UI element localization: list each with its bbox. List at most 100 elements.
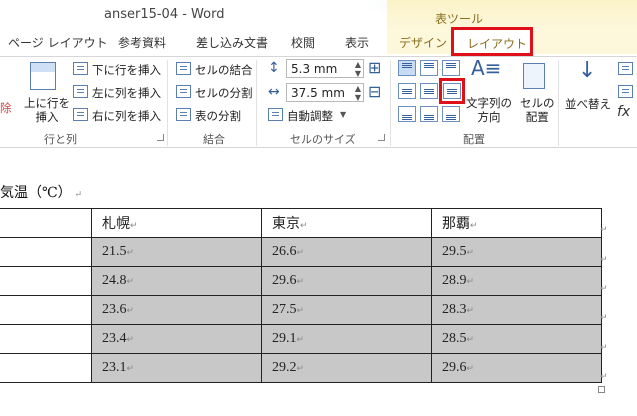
table-cell[interactable]: 29.2↵ — [261, 353, 432, 383]
tab-view[interactable]: 表示 — [345, 34, 369, 51]
cell-value: 28.3 — [442, 302, 467, 317]
tab-references[interactable]: 参考資料 — [118, 34, 166, 51]
insert-below-button[interactable]: 下に行を挿入 — [92, 62, 161, 78]
cell-height-value: 5.3 mm — [291, 62, 338, 76]
insert-right-button[interactable]: 右に列を挿入 — [92, 108, 161, 124]
table-cell[interactable]: 29.1↵ — [261, 324, 432, 354]
distribute-rows-icon[interactable]: ⊞ — [368, 58, 381, 77]
tab-layout[interactable]: レイアウト — [451, 27, 533, 56]
tab-page-layout[interactable]: ページ レイアウト — [8, 34, 108, 51]
table-cell[interactable] — [0, 266, 92, 296]
table-cell[interactable]: 29.6↵ — [261, 266, 432, 296]
temperature-table[interactable]: 札幌↵ 東京↵ 那覇↵ 21.5↵ 26.6↵ 29.5↵ 24.8↵ 29.6… — [0, 208, 602, 383]
split-table-button[interactable]: 表の分割 — [195, 108, 241, 124]
table-cell[interactable]: 21.5↵ — [91, 237, 262, 267]
table-header-row: 札幌↵ 東京↵ 那覇↵ — [0, 208, 602, 238]
table-resize-handle[interactable] — [598, 386, 605, 393]
table-cell[interactable]: 27.5↵ — [261, 295, 432, 325]
separator — [167, 60, 168, 146]
align-bottom-left-icon[interactable] — [398, 106, 416, 122]
separator — [558, 60, 559, 146]
table-cell[interactable] — [0, 324, 92, 354]
cell-mark-icon: ↵ — [126, 363, 135, 373]
table-cell[interactable]: 29.5↵ — [431, 237, 602, 267]
table-cell[interactable]: 23.4↵ — [91, 324, 262, 354]
table-row: 23.6↵ 27.5↵ 28.3↵ — [0, 295, 602, 325]
tab-mailings[interactable]: 差し込み文書 — [196, 34, 268, 51]
cell-mark-icon: ↵ — [466, 363, 475, 373]
cell-margins-button[interactable]: セルの 配置 — [520, 96, 555, 124]
table-row: 21.5↵ 26.6↵ 29.5↵ — [0, 237, 602, 267]
table-cell[interactable]: 24.8↵ — [91, 266, 262, 296]
table-cell[interactable] — [0, 208, 92, 238]
row-end-mark-icon: ↵ — [600, 343, 608, 353]
sort-icon: ↓ — [578, 58, 597, 83]
cell-height-input[interactable]: 5.3 mm ▲ ▼ — [286, 59, 364, 78]
table-header-cell[interactable]: 札幌↵ — [91, 208, 262, 238]
align-top-center-icon[interactable] — [420, 60, 438, 76]
spin-arrows-icon[interactable]: ▲ ▼ — [355, 60, 361, 78]
cell-width-value: 37.5 mm — [291, 86, 345, 100]
split-cells-icon — [176, 85, 191, 98]
align-middle-center-icon[interactable] — [420, 83, 438, 99]
cell-mark-icon: ↵ — [126, 305, 135, 315]
cell-mark-icon: ↵ — [126, 247, 135, 257]
table-cell[interactable]: 28.3↵ — [431, 295, 602, 325]
align-top-right-icon[interactable] — [442, 60, 460, 76]
cell-mark-icon: ↵ — [470, 220, 478, 230]
table-cell[interactable]: 23.6↵ — [91, 295, 262, 325]
merge-cells-button[interactable]: セルの結合 — [195, 62, 253, 78]
highlight-box — [439, 78, 465, 104]
formula-icon[interactable]: fx — [617, 104, 630, 120]
cell-value: 28.5 — [442, 331, 467, 346]
align-middle-left-icon[interactable] — [398, 83, 416, 99]
merge-cells-icon — [176, 62, 191, 75]
spin-arrows-icon[interactable]: ▲ ▼ — [355, 84, 361, 102]
table-cell[interactable]: 26.6↵ — [261, 237, 432, 267]
cell-size-launcher-icon[interactable] — [378, 134, 385, 141]
align-bottom-right-icon[interactable] — [442, 106, 460, 122]
tab-review[interactable]: 校閲 — [291, 34, 315, 51]
convert-to-text-icon[interactable] — [618, 85, 633, 98]
cell-value: 29.1 — [272, 331, 297, 346]
align-bottom-center-icon[interactable] — [420, 106, 438, 122]
table-cell[interactable]: 23.1↵ — [91, 353, 262, 383]
table-header-cell[interactable]: 東京↵ — [261, 208, 432, 238]
table-cell[interactable] — [0, 295, 92, 325]
insert-above-button[interactable]: 上に行を 挿入 — [24, 96, 70, 124]
rows-cols-launcher-icon[interactable] — [157, 134, 164, 141]
table-cell[interactable]: 28.9↵ — [431, 266, 602, 296]
tab-design[interactable]: デザイン — [399, 34, 447, 51]
group-label-merge: 結合 — [203, 133, 225, 146]
cell-value: 27.5 — [272, 302, 297, 317]
table-cell[interactable] — [0, 237, 92, 267]
window-title: anser15-04 - Word — [104, 7, 225, 22]
insert-above-icon — [30, 62, 56, 90]
repeat-header-icon[interactable] — [618, 62, 633, 75]
align-top-left-icon[interactable] — [398, 60, 416, 76]
row-end-mark-icon: ↵ — [600, 313, 608, 323]
group-label-rows-cols: 行と列 — [44, 133, 77, 146]
column-header-naha: 那覇 — [442, 217, 470, 232]
table-cell[interactable]: 28.5↵ — [431, 324, 602, 354]
sort-button[interactable]: 並べ替え — [565, 96, 611, 112]
split-cells-button[interactable]: セルの分割 — [195, 85, 253, 101]
insert-left-button[interactable]: 左に列を挿入 — [92, 85, 161, 101]
table-heading-text: 気温（℃） — [0, 185, 72, 201]
autofit-icon — [268, 108, 283, 121]
table-cell[interactable] — [0, 353, 92, 383]
cell-mark-icon: ↵ — [466, 276, 475, 286]
autofit-button[interactable]: 自動調整 — [287, 108, 333, 124]
table-cell[interactable]: 29.6↵ — [431, 353, 602, 383]
width-icon: ↔ — [268, 84, 280, 100]
table-row: 23.4↵ 29.1↵ 28.5↵ — [0, 324, 602, 354]
cell-value: 29.5 — [442, 244, 467, 259]
table-header-cell[interactable]: 那覇↵ — [431, 208, 602, 238]
delete-button-partial[interactable]: 除 — [0, 100, 12, 116]
dropdown-arrow-icon[interactable]: ▼ — [340, 110, 346, 119]
cell-margins-icon — [523, 63, 545, 89]
cell-width-input[interactable]: 37.5 mm ▲ ▼ — [286, 83, 364, 102]
text-direction-button[interactable]: 文字列の 方向 — [466, 96, 512, 124]
distribute-columns-icon[interactable]: ⊟ — [368, 82, 381, 101]
cell-mark-icon: ↵ — [296, 276, 305, 286]
